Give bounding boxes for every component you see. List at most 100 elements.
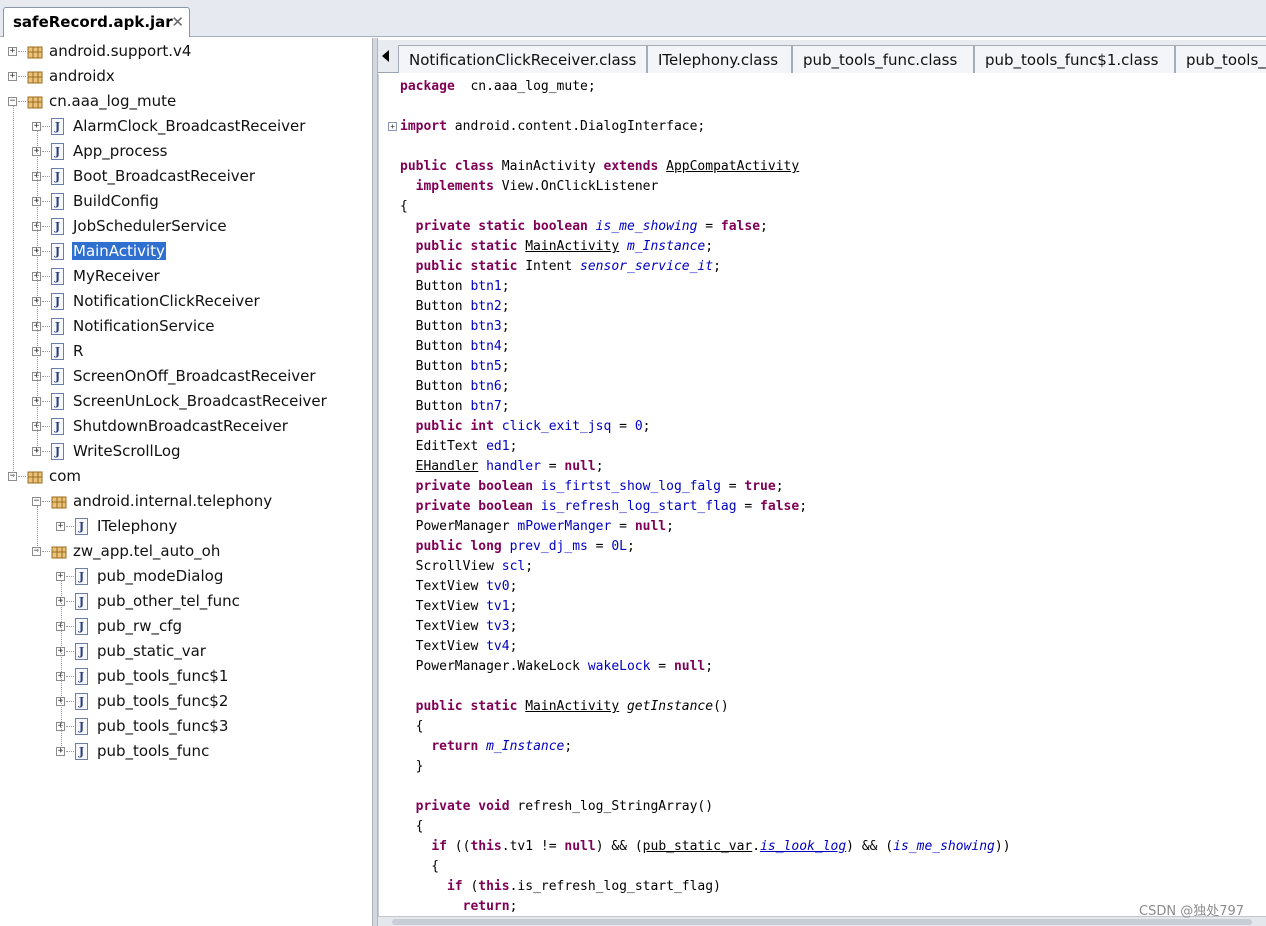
tree-item-label[interactable]: ScreenUnLock_BroadcastReceiver [72,392,328,410]
tree-item-label[interactable]: MainActivity [72,242,166,260]
tree-item-label[interactable]: App_process [72,142,168,160]
tree-item[interactable]: − com [0,465,370,490]
file-tab-saferecord[interactable]: safeRecord.apk.jar ✕ [3,7,190,37]
tree-item-label[interactable]: pub_rw_cfg [96,617,183,635]
tree-item-label[interactable]: pub_other_tel_func [96,592,241,610]
tree-item[interactable]: − zw_app.tel_auto_oh [0,540,370,565]
class-file-icon: J [75,743,88,760]
expand-icon[interactable]: + [8,72,17,81]
fold-expand-icon[interactable]: + [388,122,397,131]
editor-tab[interactable]: pub_tools_f [1175,45,1266,73]
tree-item-label[interactable]: pub_tools_func$2 [96,692,229,710]
tree-item-label[interactable]: JobSchedulerService [72,217,228,235]
code-token: Intent [517,259,581,274]
tree-item-label[interactable]: com [48,467,82,485]
tree-item-label[interactable]: ScreenOnOff_BroadcastReceiver [72,367,317,385]
expand-icon[interactable]: + [32,122,41,131]
tree-item-label[interactable]: android.support.v4 [48,42,192,60]
tree-item[interactable]: + Jpub_tools_func$2 [0,690,370,715]
tree-item[interactable]: + android.support.v4 [0,40,370,65]
tree-connector [42,451,50,452]
tree-item-label[interactable]: NotificationService [72,317,216,335]
class-file-icon: J [51,393,64,410]
code-token: import [400,119,447,134]
class-file-icon: J [51,368,64,385]
tree-item[interactable]: + J WriteScrollLog [0,440,370,465]
tree-item-label[interactable]: androidx [48,67,116,85]
tree-item[interactable]: + J ScreenUnLock_BroadcastReceiver [0,390,370,415]
tree-item-label[interactable]: R [72,342,84,360]
tree-item-label[interactable]: pub_tools_func$1 [96,667,229,685]
expand-icon[interactable]: + [56,572,65,581]
tree-item[interactable]: − android.internal.telephony [0,490,370,515]
tree-item-label[interactable]: Boot_BroadcastReceiver [72,167,256,185]
tree-item[interactable]: + J NotificationService [0,315,370,340]
tree-item[interactable]: + J App_process [0,140,370,165]
tree-item-label[interactable]: MyReceiver [72,267,161,285]
tree-item[interactable]: + J ScreenOnOff_BroadcastReceiver [0,365,370,390]
tree-item-label[interactable]: pub_tools_func$3 [96,717,229,735]
scrollbar-thumb[interactable] [392,919,1252,925]
collapse-icon[interactable]: − [32,497,41,506]
tree-item[interactable]: + J JobSchedulerService [0,215,370,240]
tree-item-label[interactable]: NotificationClickReceiver [72,292,261,310]
tree-item[interactable]: − cn.aaa_log_mute [0,90,370,115]
package-icon-graphic [27,46,43,59]
code-line: Button btn6; [400,377,510,397]
editor-tab[interactable]: pub_tools_func.class [792,45,974,73]
tree-item[interactable]: + J R [0,340,370,365]
tree-item[interactable]: + Jpub_tools_func [0,740,370,765]
tree-item-label[interactable]: zw_app.tel_auto_oh [72,542,221,560]
tree-item[interactable]: + J ITelephony [0,515,370,540]
close-icon[interactable]: ✕ [171,13,184,31]
code-line: package cn.aaa_log_mute; [400,77,596,97]
tree-item[interactable]: + Jpub_tools_func$1 [0,665,370,690]
tree-item[interactable]: + Jpub_static_var [0,640,370,665]
tab-scroll-left-icon[interactable] [382,50,389,62]
tree-item-label[interactable]: ShutdownBroadcastReceiver [72,417,289,435]
tree-item-label[interactable]: pub_modeDialog [96,567,224,585]
tree-item[interactable]: + androidx [0,65,370,90]
tree-item-label[interactable]: android.internal.telephony [72,492,273,510]
tree-item-label[interactable]: BuildConfig [72,192,160,210]
expand-icon[interactable]: + [56,522,65,531]
tree-item[interactable]: + J BuildConfig [0,190,370,215]
code-token: PowerManager.WakeLock [400,659,588,674]
editor-tab[interactable]: NotificationClickReceiver.class [398,45,647,73]
tree-item[interactable]: + J Boot_BroadcastReceiver [0,165,370,190]
tree-item[interactable]: + Jpub_modeDialog [0,565,370,590]
tree-item-label[interactable]: AlarmClock_BroadcastReceiver [72,117,306,135]
code-line: { [400,717,424,737]
editor-tab[interactable]: pub_tools_func$1.class [974,45,1175,73]
file-tab-bar: safeRecord.apk.jar ✕ [0,0,1266,37]
code-line: Button btn3; [400,317,510,337]
tree-item-label[interactable]: WriteScrollLog [72,442,182,460]
tree-item[interactable]: + Jpub_rw_cfg [0,615,370,640]
tree-item-label[interactable]: pub_static_var [96,642,207,660]
tree-item[interactable]: + Jpub_other_tel_func [0,590,370,615]
tree-item[interactable]: + J NotificationClickReceiver [0,290,370,315]
tree-item[interactable]: + Jpub_tools_func$3 [0,715,370,740]
code-token: Button [400,379,471,394]
tree-item[interactable]: + J AlarmClock_BroadcastReceiver [0,115,370,140]
tree-item-label[interactable]: pub_tools_func [96,742,210,760]
tree-item-label[interactable]: cn.aaa_log_mute [48,92,177,110]
code-token: private void [415,799,510,814]
tree-item[interactable]: + J ShutdownBroadcastReceiver [0,415,370,440]
collapse-icon[interactable]: − [8,97,17,106]
horizontal-scrollbar[interactable] [378,916,1266,926]
tree-item[interactable]: + J MyReceiver [0,265,370,290]
code-token: ; [525,559,534,574]
code-line: return; [400,897,518,916]
code-editor[interactable]: + package cn.aaa_log_mute; import android… [378,74,1266,916]
tree-item[interactable]: + J MainActivity [0,240,370,265]
tree-item-label[interactable]: ITelephony [96,517,178,535]
code-line: PowerManager mPowerManger = null; [400,517,674,537]
editor-tab[interactable]: ITelephony.class [647,45,792,73]
class-file-icon: J [51,243,64,260]
tree-connector [42,401,50,402]
expand-icon[interactable]: + [8,47,17,56]
